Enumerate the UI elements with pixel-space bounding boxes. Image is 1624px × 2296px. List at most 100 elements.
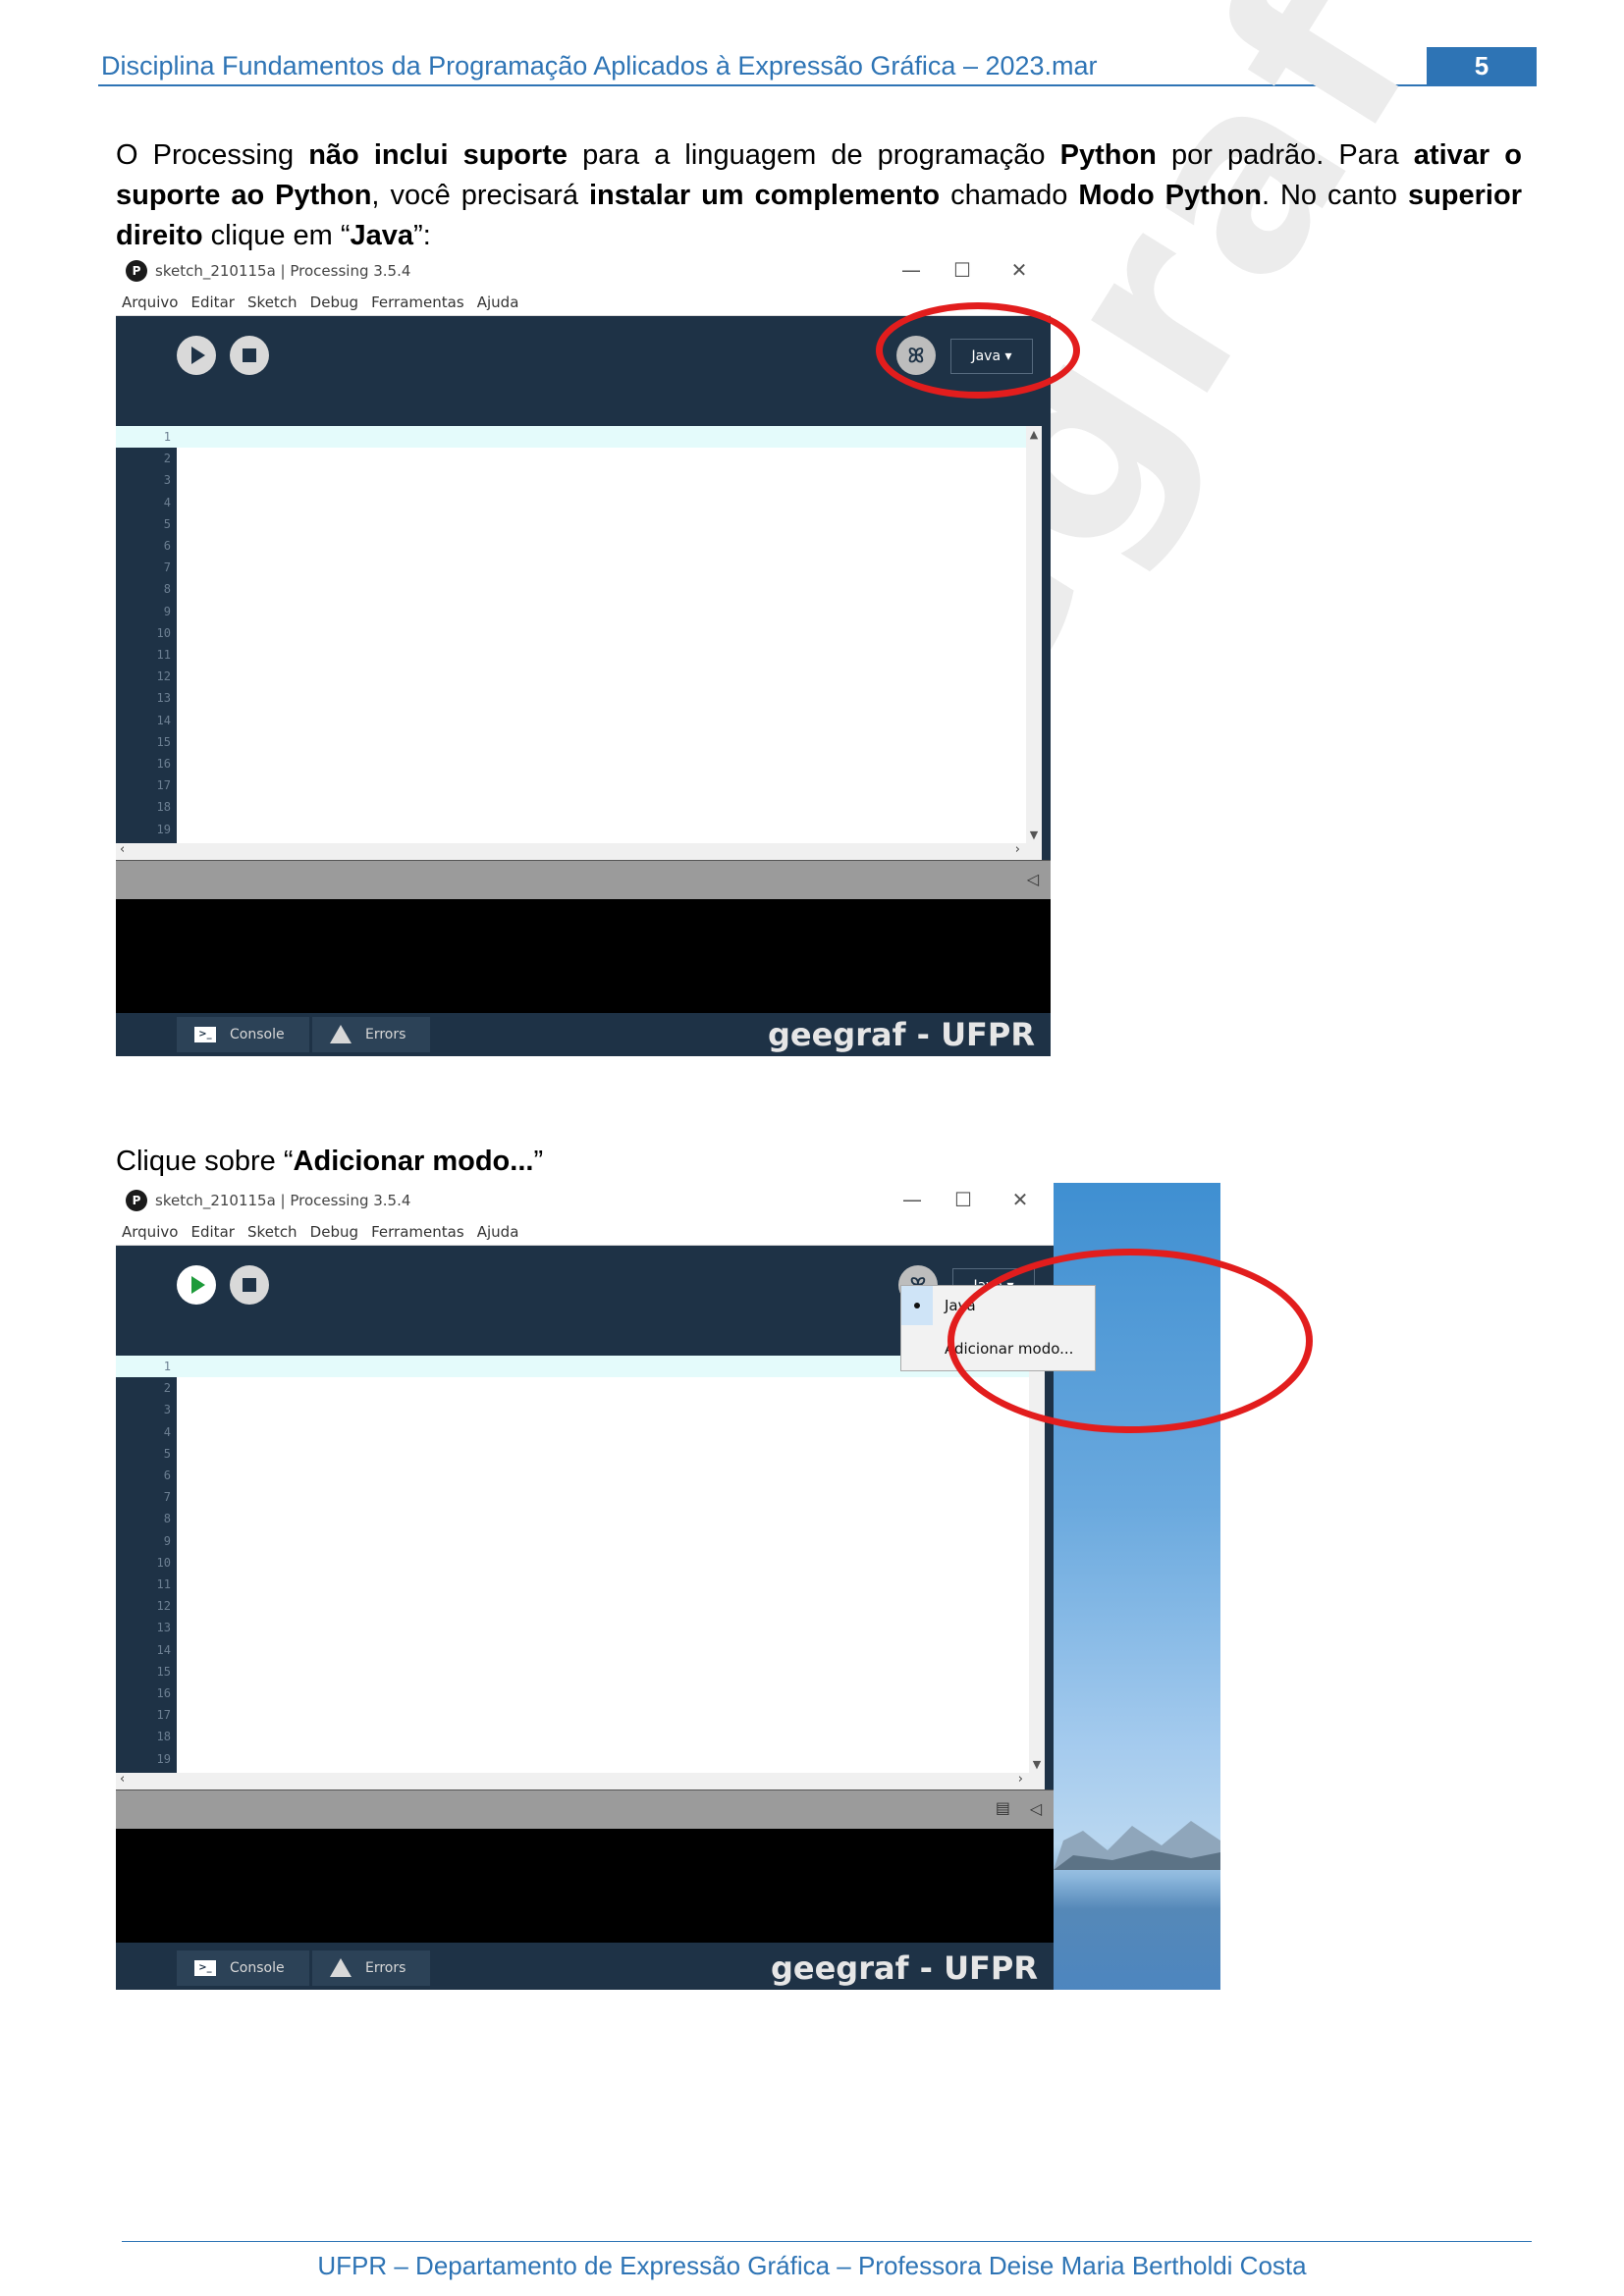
selected-dot-icon: [901, 1286, 933, 1325]
menu-editar[interactable]: Editar: [191, 1218, 235, 1246]
console-tab[interactable]: >_ Console: [177, 1950, 309, 1986]
page-footer: UFPR – Departamento de Expressão Gráfica…: [317, 2251, 1307, 2280]
line-number: 10: [156, 1555, 171, 1570]
intro-paragraph: O Processing não inclui suporte para a l…: [116, 139, 1522, 251]
line-number: 6: [163, 539, 171, 553]
bottom-bar: >_ Console Errors geegraf - UFPR: [116, 1013, 1051, 1056]
highlight-ring-add-mode: [947, 1249, 1313, 1433]
run-button[interactable]: [177, 336, 216, 375]
minimize-button[interactable]: —: [893, 1187, 932, 1212]
line-number: 12: [156, 1599, 171, 1614]
console-tab[interactable]: >_ Console: [177, 1017, 309, 1052]
line-number: 18: [156, 800, 171, 815]
horizontal-scrollbar[interactable]: ‹ ›: [116, 842, 1042, 860]
line-number: 10: [156, 625, 171, 640]
line-number-gutter: 1 2 3 4 5 6 7 8 9 10 11 12 13 14 15 16 17 18 19: [116, 426, 177, 843]
menu-bar: Arquivo Editar Sketch Debug Ferramentas …: [116, 289, 1051, 316]
code-editor[interactable]: [177, 1356, 1029, 1773]
line-number: 7: [163, 1490, 171, 1505]
line-number: 5: [163, 516, 171, 531]
menu-arquivo[interactable]: Arquivo: [122, 1218, 178, 1246]
line-number: 3: [163, 1403, 171, 1417]
line-number: 9: [163, 604, 171, 618]
line-number: 14: [156, 713, 171, 727]
line-number: 16: [156, 757, 171, 771]
console-icon: >_: [194, 1960, 216, 1976]
console-icon: >_: [194, 1027, 216, 1042]
highlight-ring-java: [876, 302, 1080, 399]
line-number: 11: [156, 1577, 171, 1591]
menu-ferramentas[interactable]: Ferramentas: [371, 1218, 464, 1246]
header-title: Disciplina Fundamentos da Programação Ap…: [101, 51, 1098, 80]
line-number: 4: [163, 495, 171, 509]
line-number: 1: [163, 1360, 171, 1373]
warning-icon: [330, 1958, 352, 1977]
processing-logo-icon: P: [126, 260, 147, 282]
line-number: 3: [163, 473, 171, 488]
instruction-paragraph: Clique sobre “Adicionar modo...”: [116, 1146, 544, 1177]
menu-ajuda[interactable]: Ajuda: [477, 289, 519, 316]
close-button[interactable]: ✕: [1001, 1187, 1040, 1212]
line-number: 19: [156, 1751, 171, 1766]
window-title: sketch_210115a | Processing 3.5.4: [155, 1192, 411, 1209]
line-number-gutter: 1 2 3 4 5 6 7 8 9 10 11 12 13 14 15 16 17 18 19: [116, 1356, 177, 1773]
processing-logo-icon: P: [126, 1190, 147, 1211]
errors-tab[interactable]: Errors: [312, 1017, 430, 1052]
menu-arquivo[interactable]: Arquivo: [122, 289, 178, 316]
maximize-button[interactable]: ☐: [943, 257, 982, 283]
line-number: 17: [156, 778, 171, 793]
console-output: [116, 899, 1051, 1013]
line-number: 5: [163, 1446, 171, 1461]
stop-button[interactable]: [230, 336, 269, 375]
line-number: 18: [156, 1730, 171, 1744]
line-number: 8: [163, 1512, 171, 1526]
line-number: 2: [163, 452, 171, 466]
bottom-bar: >_ Console Errors geegraf - UFPR: [116, 1947, 1054, 1990]
stop-button[interactable]: [230, 1265, 269, 1305]
menu-sketch[interactable]: Sketch: [247, 289, 298, 316]
line-number: 8: [163, 582, 171, 597]
line-number: 19: [156, 822, 171, 836]
window-titlebar: P sketch_210115a | Processing 3.5.4 — ☐ …: [116, 253, 1051, 289]
mountains-image: [1054, 1821, 1220, 1870]
line-number: 14: [156, 1642, 171, 1657]
line-number: 9: [163, 1533, 171, 1548]
window-title: sketch_210115a | Processing 3.5.4: [155, 262, 411, 280]
menu-debug[interactable]: Debug: [310, 289, 358, 316]
window-titlebar: P sketch_210115a | Processing 3.5.4 — ☐ …: [116, 1183, 1054, 1218]
code-editor[interactable]: [177, 426, 1026, 843]
line-number: 15: [156, 1664, 171, 1679]
line-number: 13: [156, 691, 171, 706]
line-number: 6: [163, 1468, 171, 1482]
clipboard-icon: ▤: [995, 1798, 1010, 1817]
maximize-button[interactable]: ☐: [944, 1187, 983, 1212]
line-number: 17: [156, 1708, 171, 1723]
line-number: 15: [156, 734, 171, 749]
menu-bar: Arquivo Editar Sketch Debug Ferramentas …: [116, 1218, 1054, 1246]
console-output: [116, 1829, 1054, 1943]
warning-icon: [330, 1025, 352, 1043]
minimize-button[interactable]: —: [892, 257, 931, 283]
horizontal-scrollbar[interactable]: ‹ ›: [116, 1772, 1045, 1789]
line-number: 12: [156, 669, 171, 684]
status-bar: ◁: [116, 860, 1051, 899]
line-number: 7: [163, 561, 171, 575]
menu-ajuda[interactable]: Ajuda: [477, 1218, 519, 1246]
menu-sketch[interactable]: Sketch: [247, 1218, 298, 1246]
brand-label: geegraf - UFPR: [767, 1016, 1035, 1053]
line-number: 13: [156, 1621, 171, 1635]
footer-rule: [122, 2241, 1532, 2242]
run-button[interactable]: [177, 1265, 216, 1305]
close-button[interactable]: ✕: [1000, 257, 1039, 283]
line-number: 16: [156, 1686, 171, 1700]
vertical-scrollbar[interactable]: ▲▼: [1026, 426, 1042, 843]
current-line-highlight: [177, 426, 1026, 448]
line-number: 11: [156, 648, 171, 662]
line-number: 1: [163, 430, 171, 444]
line-number: 2: [163, 1381, 171, 1396]
errors-tab[interactable]: Errors: [312, 1950, 430, 1986]
menu-ferramentas[interactable]: Ferramentas: [371, 289, 464, 316]
menu-editar[interactable]: Editar: [191, 289, 235, 316]
line-number: 4: [163, 1424, 171, 1439]
menu-debug[interactable]: Debug: [310, 1218, 358, 1246]
